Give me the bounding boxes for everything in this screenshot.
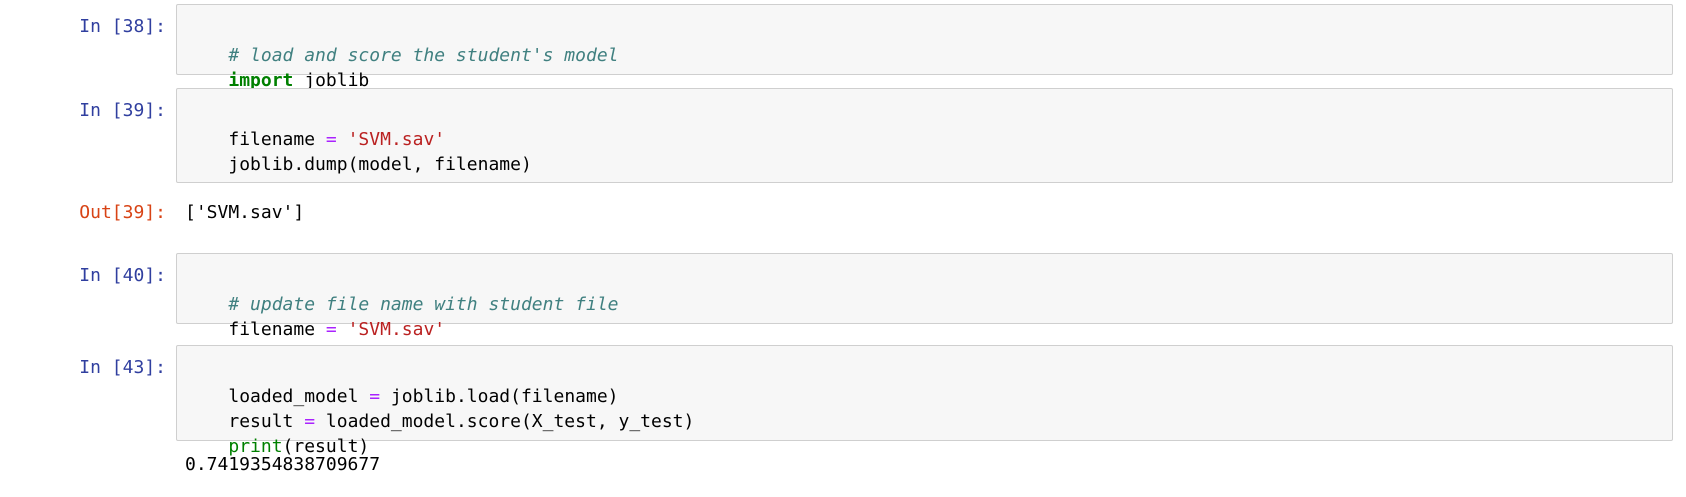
code-token: result (228, 411, 305, 432)
code-line: filename = 'SVM.sav' (185, 102, 1672, 150)
code-line: # update file name with student file (185, 267, 1672, 315)
code-token: = (325, 319, 337, 340)
cell-output-43: 0.7419354838709677 (185, 454, 381, 475)
input-prompt-43: In [43]: (79, 357, 166, 378)
code-cell-43[interactable]: loaded_model = joblib.load(filename) res… (176, 345, 1673, 457)
code-cell-39[interactable]: filename = 'SVM.sav' joblib.dump(model, … (176, 88, 1673, 183)
code-token: loaded_model.score(X_test, y_test) (315, 411, 695, 432)
input-prompt-39: In [39]: (79, 100, 166, 121)
code-token: = (325, 129, 337, 150)
code-line: loaded_model = joblib.load(filename) (185, 359, 1672, 407)
code-token: # update file name with student file (228, 294, 619, 315)
code-token: loaded_model (228, 386, 370, 407)
input-prompt-40: In [40]: (79, 265, 166, 286)
cell-output-39: ['SVM.sav'] (185, 202, 305, 223)
code-token: = (304, 411, 316, 432)
code-token: joblib.load(filename) (380, 386, 619, 407)
code-token: = (369, 386, 381, 407)
code-token: 'SVM.sav' (347, 129, 446, 150)
code-line: # load and score the student's model (185, 18, 1672, 66)
input-prompt-38: In [38]: (79, 16, 166, 37)
code-cell-40[interactable]: # update file name with student file fil… (176, 253, 1673, 340)
code-token: joblib.dump(model, filename) (228, 154, 532, 175)
code-token: filename (228, 129, 326, 150)
code-token: filename (228, 319, 326, 340)
code-cell-38[interactable]: # load and score the student's model imp… (176, 4, 1673, 91)
output-prompt-39: Out[39]: (79, 202, 166, 223)
code-token: # load and score the student's model (228, 45, 619, 66)
code-token: 'SVM.sav' (347, 319, 446, 340)
